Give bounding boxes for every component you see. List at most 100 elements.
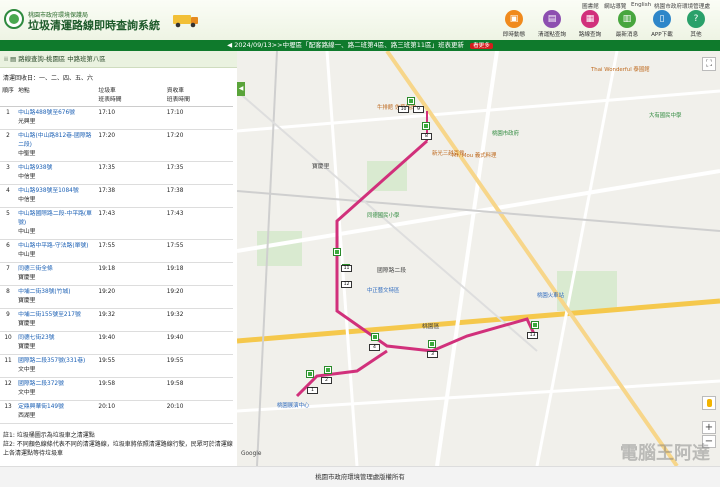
location-name: 中山路488號至676號 xyxy=(18,110,75,116)
row-order: 13 xyxy=(0,400,17,424)
table-row[interactable]: 8 中埔二街38號(竹城) 寶慶里 19:20 19:20 xyxy=(0,285,233,309)
announcement-text[interactable]: 2024/09/13>>中壢區「配客路線一、路二班第4區、路三班第11區」班表更… xyxy=(234,41,464,49)
garbage-time: 19:32 xyxy=(96,308,165,332)
see-more-button[interactable]: 看更多 xyxy=(470,43,493,49)
nav-news[interactable]: ▥ 最新消息 xyxy=(607,10,647,38)
table-row[interactable]: 10 同德七街23號 寶慶里 19:40 19:40 xyxy=(0,331,233,355)
row-order: 10 xyxy=(0,331,17,355)
row-location: 中山路938號 中信里 xyxy=(16,161,97,185)
stop-marker[interactable] xyxy=(372,334,378,340)
location-name: 中埔二街38號(竹城) xyxy=(18,289,71,295)
table-row[interactable]: 13 定鼎興華街149號 西湖里 20:10 20:10 xyxy=(0,400,233,424)
collection-days: 清運回收日：一、二、四、五、六 xyxy=(3,75,94,82)
watermark: 電腦王阿達 xyxy=(620,443,710,464)
table-row[interactable]: 5 中山路國際路二段-中平路(單號) 中山里 17:43 17:43 xyxy=(0,207,233,240)
garbage-time: 17:35 xyxy=(96,161,165,185)
row-order: 12 xyxy=(0,377,17,401)
collapse-panel-button[interactable]: ◀ xyxy=(237,82,245,96)
stop-marker[interactable] xyxy=(423,123,429,129)
phone-icon: ▯ xyxy=(653,10,671,28)
table-row[interactable]: 11 國際路二段357號(331巷) 文中里 19:55 19:55 xyxy=(0,354,233,378)
table-row[interactable]: 9 中埔二街155號至217號 寶慶里 19:32 19:32 xyxy=(0,308,233,332)
map-label-school: 同德國民小學 xyxy=(367,213,400,219)
garbage-time: 17:55 xyxy=(96,239,165,263)
table-row[interactable]: 7 同德三街全條 寶慶里 19:18 19:18 xyxy=(0,262,233,286)
village-name: 中信里 xyxy=(18,197,36,203)
stop-marker[interactable] xyxy=(325,367,331,373)
site-title[interactable]: 垃圾清運路線即時查詢系統 xyxy=(28,17,160,33)
row-location: 中山路中平路-守法路(單號) 中山里 xyxy=(16,239,97,263)
stop-marker[interactable] xyxy=(334,249,340,255)
map-label-city-hall: 桃園市政府 xyxy=(492,131,519,137)
recycle-time: 19:32 xyxy=(164,308,233,332)
map-label-station: 桃園火車站 xyxy=(537,293,564,299)
village-name: 文中里 xyxy=(18,390,36,396)
nav-other[interactable]: ? 其他 xyxy=(676,10,716,38)
location-name: 定鼎興華街149號 xyxy=(18,404,64,410)
row-location: 同德七街23號 寶慶里 xyxy=(16,331,97,355)
city-logo[interactable] xyxy=(4,9,24,29)
location-name: 中山路中平路-守法路(單號) xyxy=(18,243,89,249)
row-location: 中山路(中山路812巷-國際路二段) 中聖里 xyxy=(16,129,97,162)
table-row[interactable]: 6 中山路中平路-守法路(單號) 中山里 17:55 17:55 xyxy=(0,239,233,263)
stop-marker[interactable] xyxy=(532,322,538,328)
row-order: 8 xyxy=(0,285,17,309)
row-location: 中埔二街38號(竹城) 寶慶里 xyxy=(16,285,97,309)
route-label: 4 xyxy=(369,344,380,351)
recycle-time: 19:58 xyxy=(164,377,233,401)
village-name: 光興里 xyxy=(18,119,36,125)
village-name: 西湖里 xyxy=(18,413,36,419)
recycle-time: 19:55 xyxy=(164,354,233,378)
question-icon: ? xyxy=(687,10,705,28)
route-label: 12 xyxy=(341,281,352,288)
map-label-expo: 桃園展演中心 xyxy=(277,403,310,409)
top-link-library[interactable]: 圖書館 xyxy=(582,2,599,10)
row-location: 同德三街全條 寶慶里 xyxy=(16,262,97,286)
table-row[interactable]: 3 中山路938號 中信里 17:35 17:35 xyxy=(0,161,233,185)
calendar-icon: ▤ xyxy=(543,10,561,28)
table-row[interactable]: 12 國際路二段372號 文中里 19:58 19:58 xyxy=(0,377,233,401)
street-view-icon[interactable] xyxy=(702,396,716,410)
village-name: 寶慶里 xyxy=(18,321,36,327)
row-order: 2 xyxy=(0,129,17,162)
nav-route-search[interactable]: ▦ 路線查詢 xyxy=(570,10,610,38)
garbage-time: 19:18 xyxy=(96,262,165,286)
garbage-time: 20:10 xyxy=(96,400,165,424)
stop-marker[interactable] xyxy=(408,98,414,104)
table-row[interactable]: 4 中山路938號至1084號 中信里 17:38 17:38 xyxy=(0,184,233,208)
top-link-environment-dept[interactable]: 桃園市政府環境管理處 xyxy=(654,2,710,10)
nav-live-status[interactable]: ▣ 即時動態 xyxy=(494,10,534,38)
garbage-time: 19:58 xyxy=(96,377,165,401)
stop-marker[interactable] xyxy=(429,341,435,347)
table-row[interactable]: 2 中山路(中山路812巷-國際路二段) 中聖里 17:20 17:20 xyxy=(0,129,233,162)
top-link-english[interactable]: English xyxy=(631,2,651,8)
fullscreen-icon[interactable]: ⛶ xyxy=(702,57,716,71)
location-name: 同德三街全條 xyxy=(18,266,53,272)
zoom-in-button[interactable]: + xyxy=(702,421,716,434)
map-label-thai: Thai Wonderful 泰國館 xyxy=(591,67,650,73)
row-location: 中埔二街155號至217號 寶慶里 xyxy=(16,308,97,332)
garbage-time: 19:55 xyxy=(96,354,165,378)
recycle-time: 17:35 xyxy=(164,161,233,185)
stop-marker[interactable] xyxy=(307,371,313,377)
route-map[interactable]: 桃園區 桃園市政府 中正藝文特區 Thai Wonderful 泰國館 桃園火車… xyxy=(237,51,720,466)
col-location: 地點 xyxy=(16,86,97,107)
col-order: 順序 xyxy=(0,86,17,107)
table-row[interactable]: 1 中山路488號至676號 光興里 17:10 17:10 xyxy=(0,106,233,130)
village-name: 中聖里 xyxy=(18,151,36,157)
route-label: 8 xyxy=(421,133,432,140)
row-order: 1 xyxy=(0,106,17,130)
garbage-time: 17:10 xyxy=(96,106,165,130)
top-link-sitemap[interactable]: 網站導覽 xyxy=(604,2,626,10)
garbage-time: 17:20 xyxy=(96,129,165,162)
row-location: 國際路二段357號(331巷) 文中里 xyxy=(16,354,97,378)
map-label-road: 國際路二段 xyxy=(377,268,406,274)
note-1: 註1: 垃圾桶圖示為垃圾車之清運點 xyxy=(3,432,95,439)
route-label: 11 xyxy=(341,265,352,272)
nav-stop-search[interactable]: ▤ 清運點查詢 xyxy=(532,10,572,38)
row-location: 定鼎興華街149號 西湖里 xyxy=(16,400,97,424)
col-garbage-time: 垃圾車 班表時間 xyxy=(96,86,165,107)
map-label-arts-park: 中正藝文特區 xyxy=(367,288,400,294)
location-name: 中山路938號至1084號 xyxy=(18,188,79,194)
recycle-time: 17:10 xyxy=(164,106,233,130)
